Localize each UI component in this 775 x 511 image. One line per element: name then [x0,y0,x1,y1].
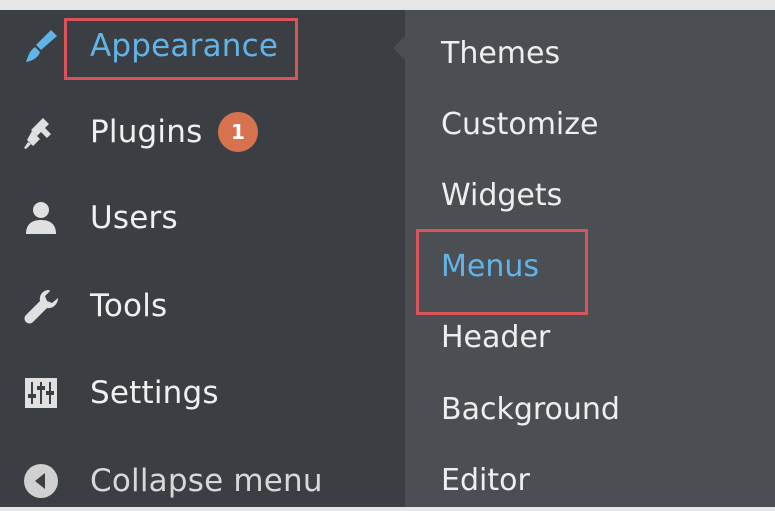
sidebar-item-label: Appearance [90,28,279,64]
sidebar-item-users[interactable]: Users [0,188,405,248]
sidebar-item-settings[interactable]: Settings [0,363,405,423]
sliders-icon [20,372,62,414]
sidebar-item-label: Users [90,200,178,236]
sidebar-item-label: Collapse menu [90,463,323,499]
sidebar-item-tools[interactable]: Tools [0,276,405,336]
plug-icon [20,111,62,153]
sidebar-item-appearance[interactable]: Appearance [0,16,405,76]
paintbrush-icon [20,25,62,67]
collapse-menu-button[interactable]: Collapse menu [0,451,405,511]
submenu-item-menus[interactable]: Menus [441,249,539,284]
admin-sidebar [0,10,405,507]
submenu-item-themes[interactable]: Themes [441,36,560,71]
sidebar-item-label: Settings [90,375,219,411]
user-icon [20,197,62,239]
sidebar-item-label: Tools [90,288,168,324]
sidebar-item-plugins[interactable]: Plugins 1 [0,102,405,162]
submenu-pointer [393,34,407,62]
submenu-item-background[interactable]: Background [441,392,620,427]
submenu-item-widgets[interactable]: Widgets [441,178,562,213]
update-count-badge: 1 [218,112,258,152]
wrench-icon [20,285,62,327]
submenu-item-editor[interactable]: Editor [441,463,530,498]
sidebar-item-label: Plugins [90,114,203,150]
screenshot-frame: Appearance Plugins 1 Users Tools Setting… [0,0,775,507]
submenu-item-header[interactable]: Header [441,320,550,355]
submenu-item-customize[interactable]: Customize [441,107,598,142]
collapse-arrow-icon [20,460,62,502]
